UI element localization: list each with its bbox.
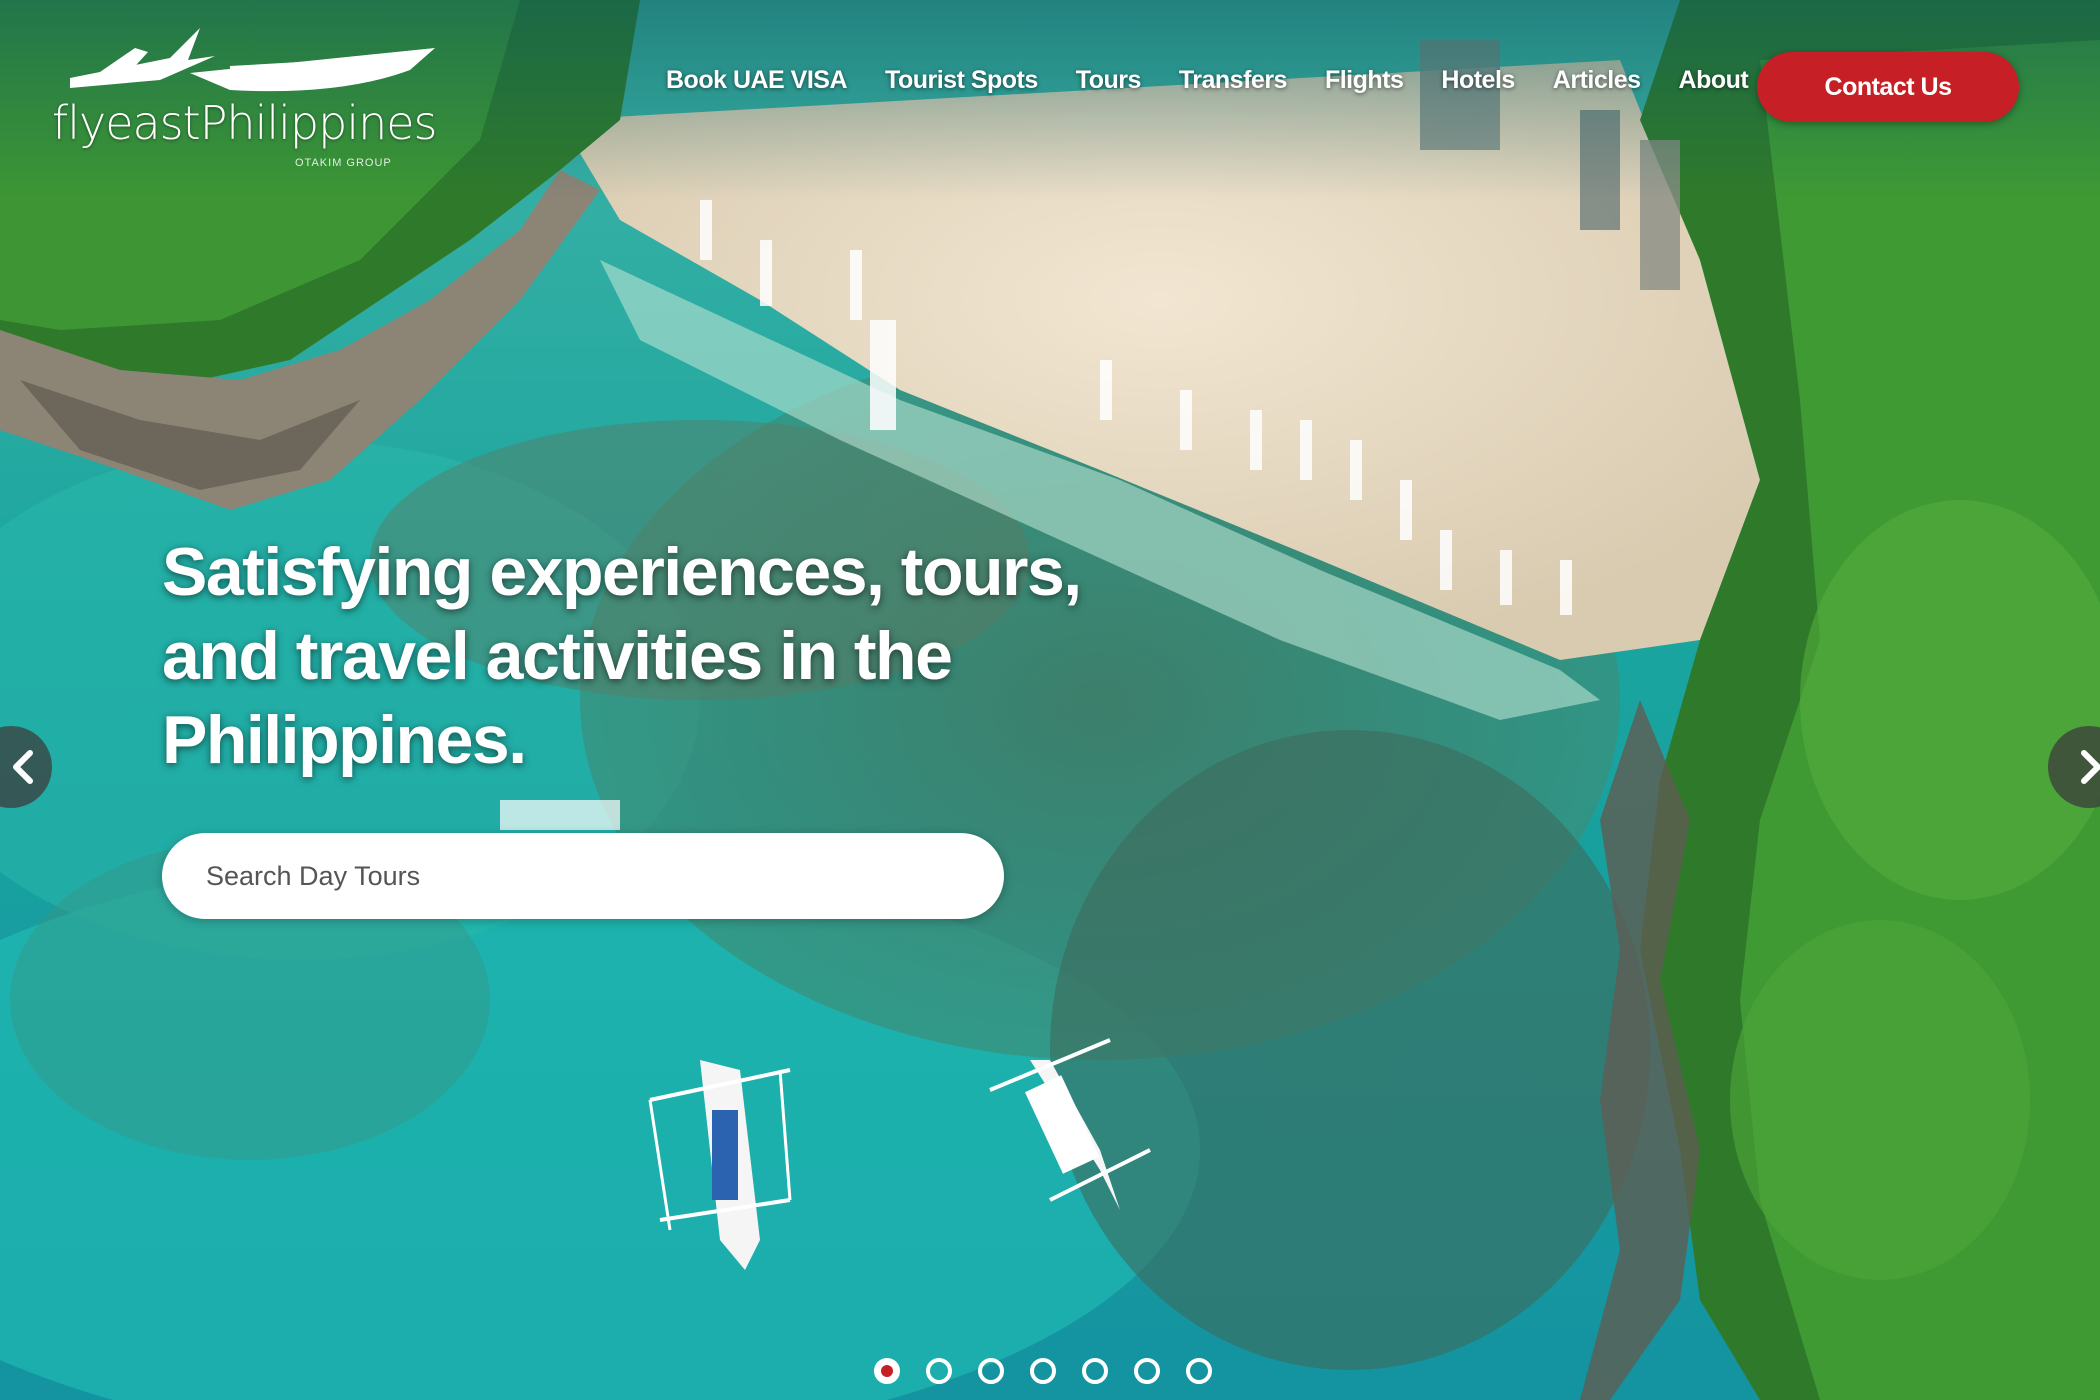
chevron-right-icon: [2081, 750, 2100, 784]
search-day-tours-input[interactable]: [162, 833, 1004, 919]
headline-line-1: Satisfying experiences, tours,: [162, 534, 1082, 610]
carousel-dot-6[interactable]: [1134, 1358, 1160, 1384]
site-logo[interactable]: flyeastPhilippines OTAKIM GROUP: [40, 18, 460, 169]
nav-book-uae-visa[interactable]: Book UAE VISA: [666, 66, 848, 95]
nav-tourist-spots[interactable]: Tourist Spots: [885, 66, 1038, 95]
headline-line-3: Philippines.: [162, 702, 527, 778]
carousel-dot-2[interactable]: [926, 1358, 952, 1384]
carousel-dot-1[interactable]: [874, 1358, 900, 1384]
contact-us-button[interactable]: Contact Us: [1757, 52, 2019, 122]
nav-articles[interactable]: Articles: [1553, 66, 1641, 95]
nav-hotels[interactable]: Hotels: [1441, 66, 1515, 95]
carousel-dot-3[interactable]: [978, 1358, 1004, 1384]
carousel-dot-4[interactable]: [1030, 1358, 1056, 1384]
nav-about[interactable]: About: [1679, 66, 1749, 95]
hero-headline: Satisfying experiences, tours, and trave…: [162, 530, 1162, 782]
headline-line-2: and travel activities in the: [162, 618, 953, 694]
carousel-dot-7[interactable]: [1186, 1358, 1212, 1384]
logo-subtext: OTAKIM GROUP: [295, 157, 392, 169]
carousel-pager: [874, 1358, 1238, 1384]
nav-tours[interactable]: Tours: [1076, 66, 1142, 95]
airplane-logo-icon: [70, 28, 435, 92]
nav-flights[interactable]: Flights: [1325, 66, 1404, 95]
main-nav: Book UAE VISA Tourist Spots Tours Transf…: [666, 66, 1786, 95]
chevron-left-icon: [13, 750, 33, 784]
carousel-dot-5[interactable]: [1082, 1358, 1108, 1384]
nav-transfers[interactable]: Transfers: [1179, 66, 1288, 95]
logo-wordmark: flyeastPhilippines: [52, 96, 438, 150]
